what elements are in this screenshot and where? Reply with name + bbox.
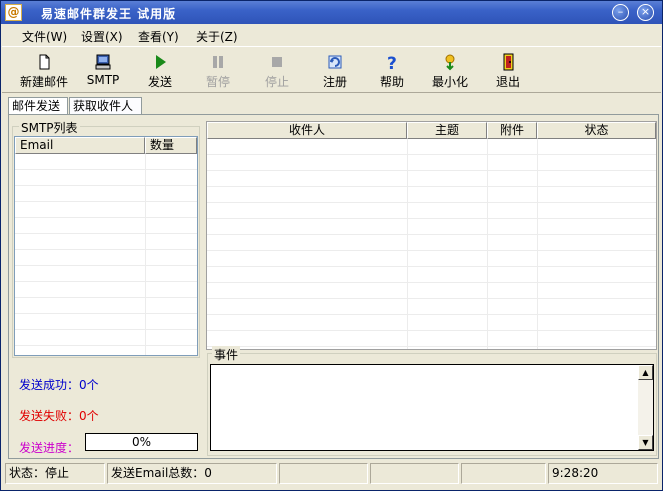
toolbar: 新建邮件 SMTP 发送 暂停 停止 注册 ? 帮助 最小化 退出 bbox=[2, 46, 661, 93]
main-window: @ 易速邮件群发王 试用版 – × 文件(W) 设置(X) 查看(Y) 关于(Z… bbox=[0, 0, 663, 491]
help-button[interactable]: ? 帮助 bbox=[364, 51, 420, 91]
column-header-status[interactable]: 状态 bbox=[537, 122, 656, 139]
column-divider bbox=[145, 154, 146, 355]
toolbar-label: 停止 bbox=[264, 75, 289, 89]
title-bar[interactable]: @ 易速邮件群发王 试用版 – × bbox=[1, 1, 662, 24]
smtp-list-body bbox=[15, 154, 197, 355]
events-scrollbar[interactable]: ▲ ▼ bbox=[638, 365, 653, 450]
send-progress-text: 0% bbox=[131, 435, 152, 449]
send-success-count: 发送成功：0个 bbox=[19, 378, 99, 392]
send-progress-bar: 0% bbox=[85, 433, 198, 451]
column-divider bbox=[197, 154, 198, 355]
recipients-table[interactable]: 收件人 主题 附件 状态 bbox=[206, 121, 657, 350]
exit-door-icon bbox=[499, 53, 517, 71]
send-progress-label: 发送进度： bbox=[19, 441, 80, 455]
toolbar-label: 帮助 bbox=[379, 75, 404, 89]
events-group: 事件 ▲ ▼ bbox=[207, 346, 657, 456]
app-logo-icon: @ bbox=[5, 4, 22, 21]
toolbar-label: 新建邮件 bbox=[19, 75, 68, 89]
status-pane-empty bbox=[370, 463, 459, 484]
recipients-table-header: 收件人 主题 附件 状态 bbox=[207, 122, 656, 139]
status-pane-empty bbox=[279, 463, 368, 484]
column-header-email[interactable]: Email bbox=[15, 137, 145, 154]
tab-get-recipients[interactable]: 获取收件人 bbox=[69, 97, 142, 115]
menu-file[interactable]: 文件(W) bbox=[22, 28, 67, 45]
column-header-subject[interactable]: 主题 bbox=[407, 122, 487, 139]
pause-icon bbox=[209, 53, 227, 71]
minimize-icon bbox=[441, 53, 459, 71]
minimize-window-button[interactable]: – bbox=[612, 4, 629, 21]
send-failed-count: 发送失败：0个 bbox=[19, 409, 99, 423]
send-button[interactable]: 发送 bbox=[132, 51, 188, 91]
menu-view[interactable]: 查看(Y) bbox=[138, 28, 179, 45]
stop-button[interactable]: 停止 bbox=[249, 51, 305, 91]
column-header-attachment[interactable]: 附件 bbox=[487, 122, 537, 139]
column-divider bbox=[537, 139, 538, 349]
column-divider bbox=[487, 139, 488, 349]
help-icon: ? bbox=[383, 53, 401, 74]
smtp-button[interactable]: SMTP bbox=[75, 51, 131, 91]
events-group-title: 事件 bbox=[212, 346, 241, 363]
recipients-table-body bbox=[207, 139, 656, 349]
column-header-recipient[interactable]: 收件人 bbox=[207, 122, 407, 139]
status-pane-empty bbox=[461, 463, 546, 484]
tab-panel: SMTP列表 Email 数量 发送成功：0个 发送失败：0个 发送进度： 0%… bbox=[8, 114, 659, 459]
stop-icon bbox=[268, 53, 286, 71]
computer-icon bbox=[94, 53, 112, 71]
column-header-count[interactable]: 数量 bbox=[145, 137, 197, 154]
close-window-button[interactable]: × bbox=[637, 4, 654, 21]
column-divider bbox=[407, 139, 408, 349]
scroll-up-arrow-icon[interactable]: ▲ bbox=[638, 365, 653, 380]
status-state: 状态：停止 bbox=[5, 463, 105, 484]
new-document-icon bbox=[35, 53, 53, 71]
minimize-button[interactable]: 最小化 bbox=[422, 51, 478, 91]
register-icon bbox=[326, 53, 344, 71]
window-title: 易速邮件群发王 试用版 bbox=[41, 7, 177, 21]
exit-button[interactable]: 退出 bbox=[480, 51, 536, 91]
status-total-sent: 发送Email总数：0 bbox=[107, 463, 277, 484]
menu-settings[interactable]: 设置(X) bbox=[81, 28, 123, 45]
smtp-list-header: Email 数量 bbox=[15, 137, 197, 154]
events-log[interactable]: ▲ ▼ bbox=[210, 364, 654, 451]
scroll-down-arrow-icon[interactable]: ▼ bbox=[638, 435, 653, 450]
new-mail-button[interactable]: 新建邮件 bbox=[16, 51, 72, 91]
toolbar-label: 发送 bbox=[147, 75, 172, 89]
smtp-group-title: SMTP列表 bbox=[19, 119, 80, 136]
play-icon bbox=[151, 53, 169, 71]
toolbar-label: 注册 bbox=[322, 75, 347, 89]
toolbar-label: 退出 bbox=[495, 75, 520, 89]
toolbar-label: 暂停 bbox=[205, 75, 230, 89]
status-bar: 状态：停止 发送Email总数：0 9:28:20 bbox=[2, 461, 661, 489]
toolbar-label: 最小化 bbox=[431, 75, 468, 89]
menu-about[interactable]: 关于(Z) bbox=[196, 28, 238, 45]
smtp-group: SMTP列表 Email 数量 bbox=[12, 119, 200, 358]
svg-text:?: ? bbox=[387, 54, 397, 71]
status-clock: 9:28:20 bbox=[548, 463, 658, 484]
menu-bar: 文件(W) 设置(X) 查看(Y) 关于(Z) bbox=[2, 25, 661, 45]
smtp-list[interactable]: Email 数量 bbox=[14, 136, 198, 356]
register-button[interactable]: 注册 bbox=[307, 51, 363, 91]
pause-button[interactable]: 暂停 bbox=[190, 51, 246, 91]
toolbar-label: SMTP bbox=[86, 73, 120, 87]
